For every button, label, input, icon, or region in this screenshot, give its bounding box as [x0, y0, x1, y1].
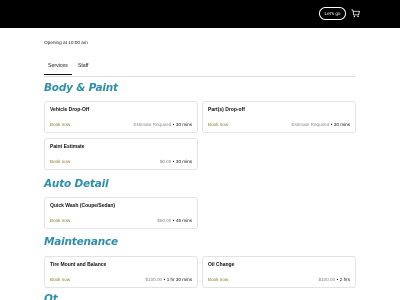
section-title-maintenance: Maintenance	[44, 236, 118, 248]
service-card[interactable]: Oil Change Book now $100.00 • 2 hrs	[202, 256, 356, 288]
service-card[interactable]: Vehicle Drop-Off Book now Estimate Requi…	[44, 101, 198, 133]
service-card[interactable]: Quick Wash (Coupe/Sedan) Book now $50.00…	[44, 197, 198, 229]
section-title-body-paint: Body & Paint	[44, 82, 118, 94]
tab-staff[interactable]: Staff	[74, 63, 93, 75]
tabs-divider	[44, 75, 356, 76]
service-name: Vehicle Drop-Off	[50, 107, 90, 113]
service-name: Quick Wash (Coupe/Sedan)	[50, 203, 116, 209]
book-now-link[interactable]: Book now	[50, 159, 70, 164]
tab-services[interactable]: Services	[44, 63, 72, 75]
service-meta: $0.00 • 30 mins	[159, 159, 192, 164]
service-name: Tire Mount and Balance	[50, 262, 107, 268]
top-bar: Let's go	[0, 0, 400, 28]
lets-go-button[interactable]: Let's go	[319, 7, 346, 20]
service-meta: $100.00 • 2 hrs	[318, 277, 350, 282]
tabs: Services Staff	[44, 63, 94, 75]
service-meta: $100.00 • 1 hr 30 mins	[145, 277, 193, 282]
service-name: Part(s) Drop-off	[208, 107, 245, 113]
cart-icon[interactable]	[351, 9, 360, 18]
service-meta: $50.00 • 45 mins	[157, 218, 192, 223]
book-now-link[interactable]: Book now	[208, 277, 228, 282]
book-now-link[interactable]: Book now	[50, 277, 70, 282]
section-title-other: Ot	[44, 293, 58, 300]
service-card[interactable]: Paint Estimate Book now $0.00 • 30 mins	[44, 138, 198, 170]
book-now-link[interactable]: Book now	[50, 218, 70, 223]
service-card[interactable]: Tire Mount and Balance Book now $100.00 •…	[44, 256, 198, 288]
section-title-auto-detail: Auto Detail	[44, 178, 109, 190]
service-name: Paint Estimate	[50, 144, 85, 150]
service-card[interactable]: Part(s) Drop-off Book now Estimate Requi…	[202, 101, 356, 133]
service-meta: Estimate Required • 30 mins	[291, 122, 351, 127]
book-now-link[interactable]: Book now	[50, 122, 70, 127]
book-now-link[interactable]: Book now	[208, 122, 228, 127]
service-name: Oil Change	[208, 262, 235, 268]
opening-hours: Opening at 10:00 am	[44, 40, 88, 45]
service-meta: Estimate Required • 30 mins	[133, 122, 193, 127]
